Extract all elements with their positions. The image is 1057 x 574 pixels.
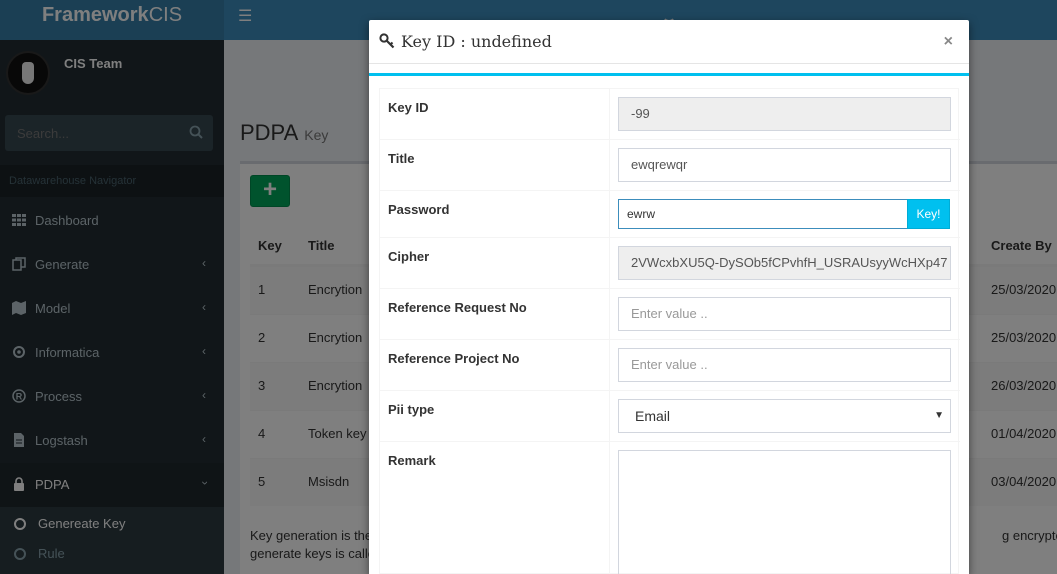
modal-title: Key ID : undefined [379, 32, 552, 51]
form-row-cipher: Cipher 2VWcxbXU5Q-DySOb5fCPvhfH_USRAUsyy… [380, 237, 960, 288]
password-label: Password [388, 202, 450, 217]
column-divider [609, 442, 610, 574]
pii-type-select[interactable]: Email ▼ [618, 399, 951, 433]
column-divider [609, 289, 610, 339]
caret-down-icon: ▼ [934, 410, 944, 421]
column-divider [609, 89, 610, 139]
title-field[interactable]: ewqrewqr [618, 148, 951, 182]
pii-type-value: Email [635, 408, 671, 424]
remark-label: Remark [388, 453, 436, 468]
key-icon [379, 33, 395, 49]
column-divider [609, 238, 610, 288]
reference-request-label: Reference Request No [388, 300, 527, 315]
modal-accent-bar [369, 73, 969, 76]
reference-request-field[interactable]: Enter value .. [618, 297, 951, 331]
key-form: Key ID -99 Title ewqrewqr Password ewrw … [379, 88, 960, 574]
cipher-label: Cipher [388, 249, 430, 264]
form-row-password: Password ewrw Key! [380, 190, 960, 237]
title-label: Title [388, 151, 415, 166]
column-divider [609, 391, 610, 441]
form-row-remark: Remark [380, 441, 960, 574]
password-field[interactable]: ewrw [618, 199, 908, 229]
form-row-reference-project: Reference Project No Enter value .. [380, 339, 960, 390]
form-row-pii-type: Pii type Email ▼ [380, 390, 960, 441]
modal-header: Key ID : undefined × [369, 20, 969, 64]
form-row-title: Title ewqrewqr [380, 139, 960, 190]
reference-project-label: Reference Project No [388, 351, 520, 366]
form-row-reference-request: Reference Request No Enter value .. [380, 288, 960, 339]
key-modal: Key ID : undefined × Key ID -99 Title ew… [369, 20, 969, 574]
password-group: ewrw Key! [618, 199, 951, 229]
column-divider [609, 340, 610, 390]
key-id-field[interactable]: -99 [618, 97, 951, 131]
cipher-field[interactable]: 2VWcxbXU5Q-DySOb5fCPvhfH_USRAUsyyWcHXp47 [618, 246, 951, 280]
generate-key-button[interactable]: Key! [907, 199, 950, 229]
reference-project-field[interactable]: Enter value .. [618, 348, 951, 382]
form-row-key-id: Key ID -99 [380, 89, 960, 139]
close-icon[interactable]: × [944, 33, 953, 51]
remark-textarea[interactable] [618, 450, 951, 574]
modal-title-text: Key ID : undefined [401, 32, 552, 51]
column-divider [609, 140, 610, 190]
column-divider [609, 191, 610, 237]
key-id-label: Key ID [388, 100, 429, 115]
pii-type-label: Pii type [388, 402, 435, 417]
